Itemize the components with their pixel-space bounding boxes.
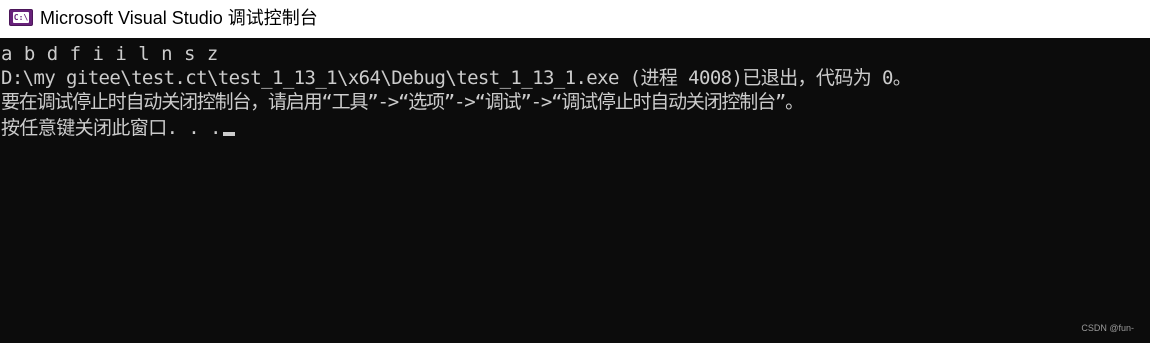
title-bar[interactable]: C:\ Microsoft Visual Studio 调试控制台 <box>0 0 1150 38</box>
console-line-hint: 要在调试停止时自动关闭控制台，请启用“工具”->“选项”->“调试”->“调试停… <box>1 91 804 113</box>
text-cursor <box>222 132 235 136</box>
console-line-output: a b d f i i l n s z <box>1 43 219 65</box>
window-title: Microsoft Visual Studio 调试控制台 <box>40 8 318 28</box>
visual-studio-console-icon: C:\ <box>9 9 33 26</box>
console-output[interactable]: a b d f i i l n s z D:\my gitee\test.ct\… <box>0 40 1150 343</box>
console-line-prompt: 按任意键关闭此窗口. . . <box>1 116 235 140</box>
app-icon-glyph: C:\ <box>13 12 29 23</box>
console-line-exit-status: D:\my gitee\test.ct\test_1_13_1\x64\Debu… <box>1 67 912 89</box>
console-window: C:\ Microsoft Visual Studio 调试控制台 a b d … <box>0 0 1150 343</box>
prompt-text: 按任意键关闭此窗口. . . <box>1 117 221 139</box>
csdn-watermark: CSDN @fun- <box>1081 323 1134 333</box>
